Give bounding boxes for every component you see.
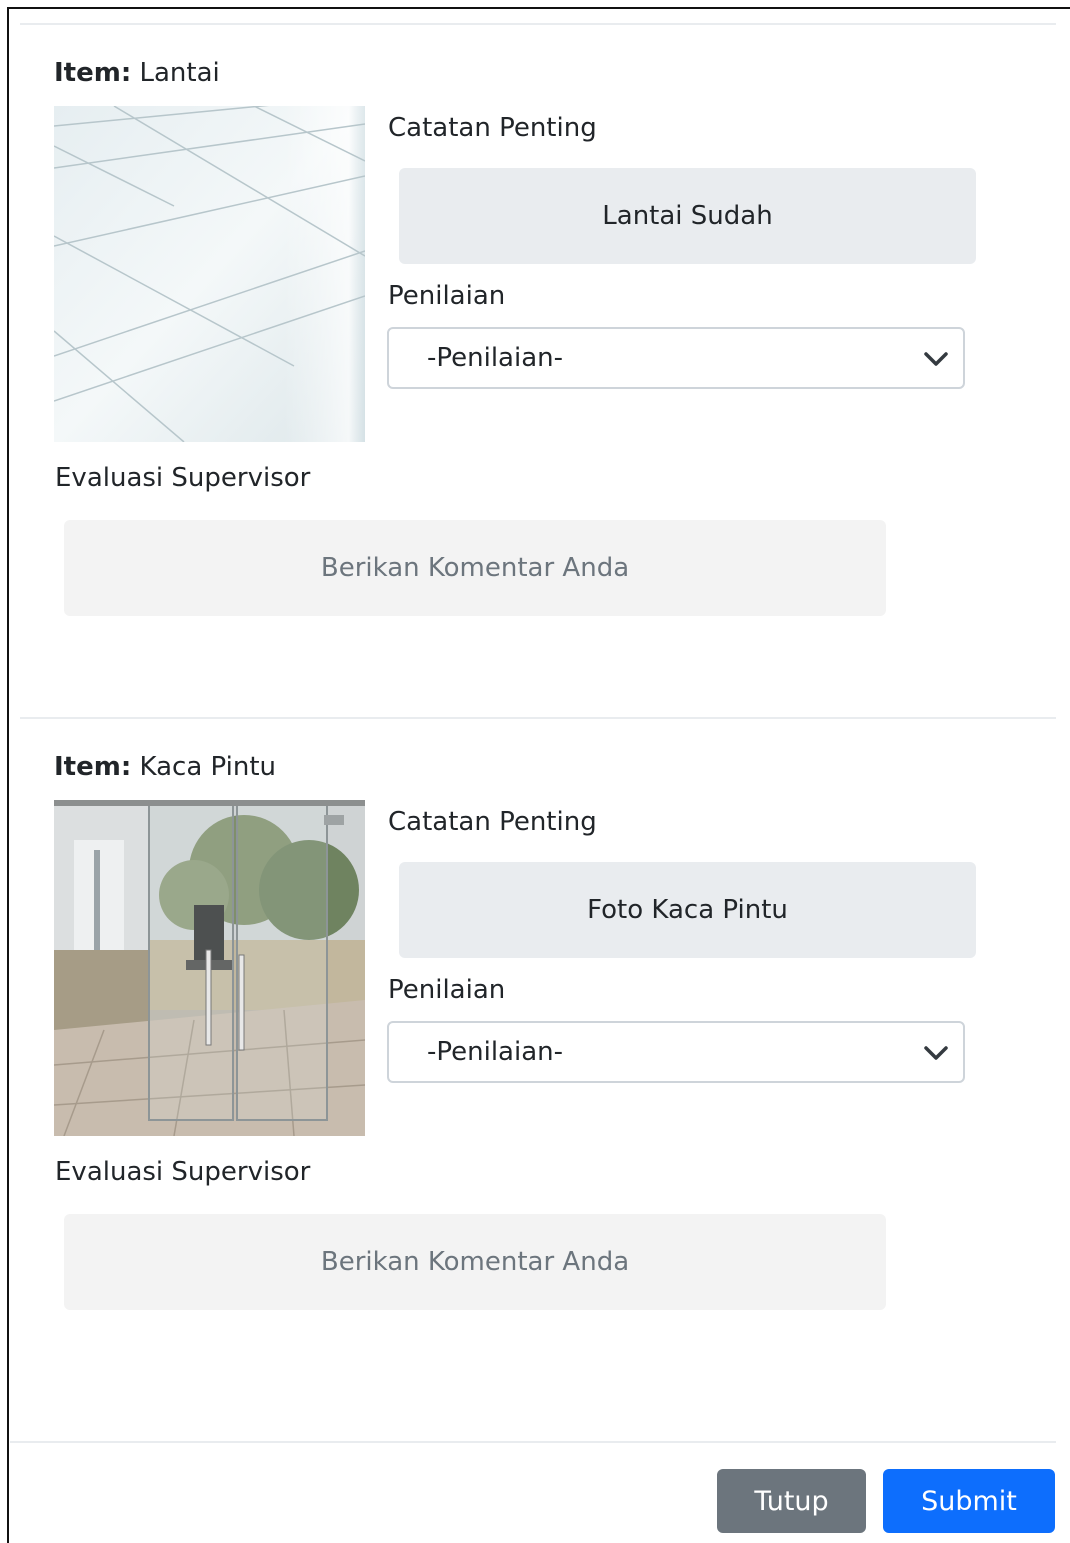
chevron-down-icon xyxy=(924,1046,948,1060)
item-title-label: Item: xyxy=(54,58,132,88)
evaluasi-label: Evaluasi Supervisor xyxy=(55,1157,311,1187)
penilaian-select[interactable]: -Penilaian- xyxy=(387,1021,965,1083)
catatan-label: Catatan Penting xyxy=(388,807,597,837)
item-title: Item: Lantai xyxy=(54,56,220,90)
catatan-value: Lantai Sudah xyxy=(399,168,976,264)
item-title: Item: Kaca Pintu xyxy=(54,750,276,784)
divider xyxy=(20,717,1056,719)
divider xyxy=(20,23,1056,25)
floor-tiles-photo xyxy=(54,106,365,442)
footer-divider xyxy=(10,1441,1056,1443)
close-button[interactable]: Tutup xyxy=(717,1469,866,1533)
submit-button[interactable]: Submit xyxy=(883,1469,1055,1533)
penilaian-select[interactable]: -Penilaian- xyxy=(387,327,965,389)
penilaian-label: Penilaian xyxy=(388,975,506,1005)
penilaian-selected-value: -Penilaian- xyxy=(427,1037,564,1067)
chevron-down-icon xyxy=(924,352,948,366)
item-title-value: Lantai xyxy=(139,58,220,88)
komentar-input[interactable]: Berikan Komentar Anda xyxy=(64,1214,886,1310)
catatan-label: Catatan Penting xyxy=(388,113,597,143)
checklist-item-kaca-pintu: Item: Kaca Pintu Catatan Penting Foto Ka… xyxy=(54,750,1054,1350)
checklist-item-lantai: Item: Lantai Catatan Penting Lantai Suda… xyxy=(54,56,1054,656)
komentar-input[interactable]: Berikan Komentar Anda xyxy=(64,520,886,616)
item-title-label: Item: xyxy=(54,752,132,782)
evaluasi-label: Evaluasi Supervisor xyxy=(55,463,311,493)
glass-door-photo xyxy=(54,800,365,1136)
penilaian-label: Penilaian xyxy=(388,281,506,311)
catatan-value: Foto Kaca Pintu xyxy=(399,862,976,958)
item-title-value: Kaca Pintu xyxy=(139,752,277,782)
penilaian-selected-value: -Penilaian- xyxy=(427,343,564,373)
